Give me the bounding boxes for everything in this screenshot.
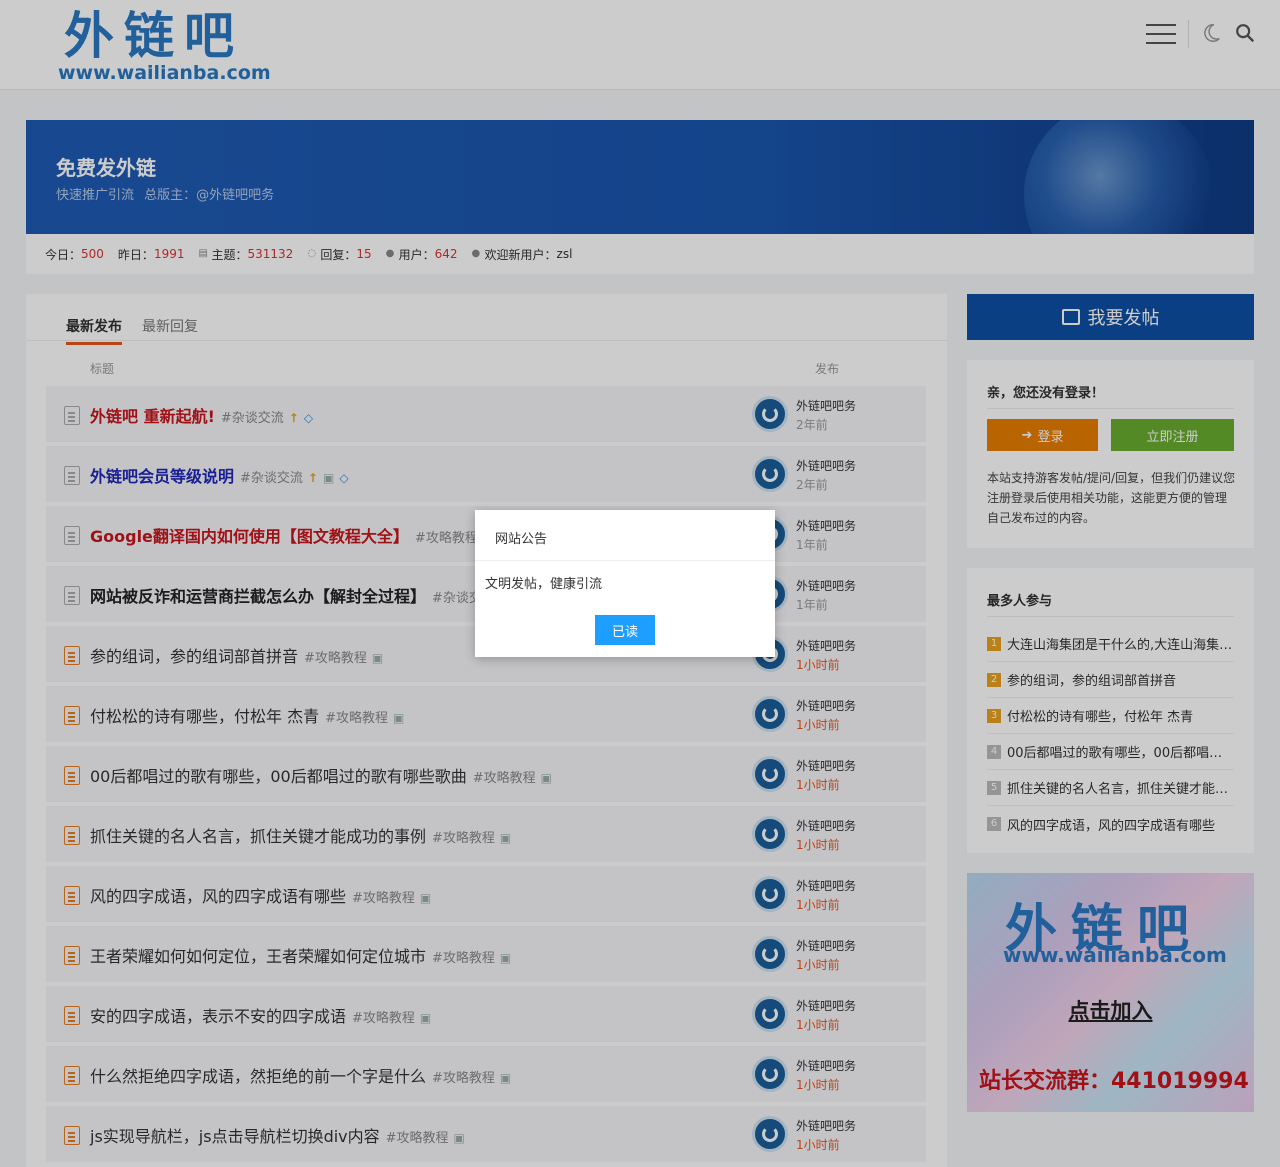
modal-read-button[interactable]: 已读 (595, 615, 655, 645)
modal-body: 文明发帖，健康引流 (485, 577, 603, 592)
announcement-modal: 网站公告 文明发帖，健康引流 已读 (475, 510, 775, 657)
modal-title: 网站公告 (495, 532, 548, 547)
